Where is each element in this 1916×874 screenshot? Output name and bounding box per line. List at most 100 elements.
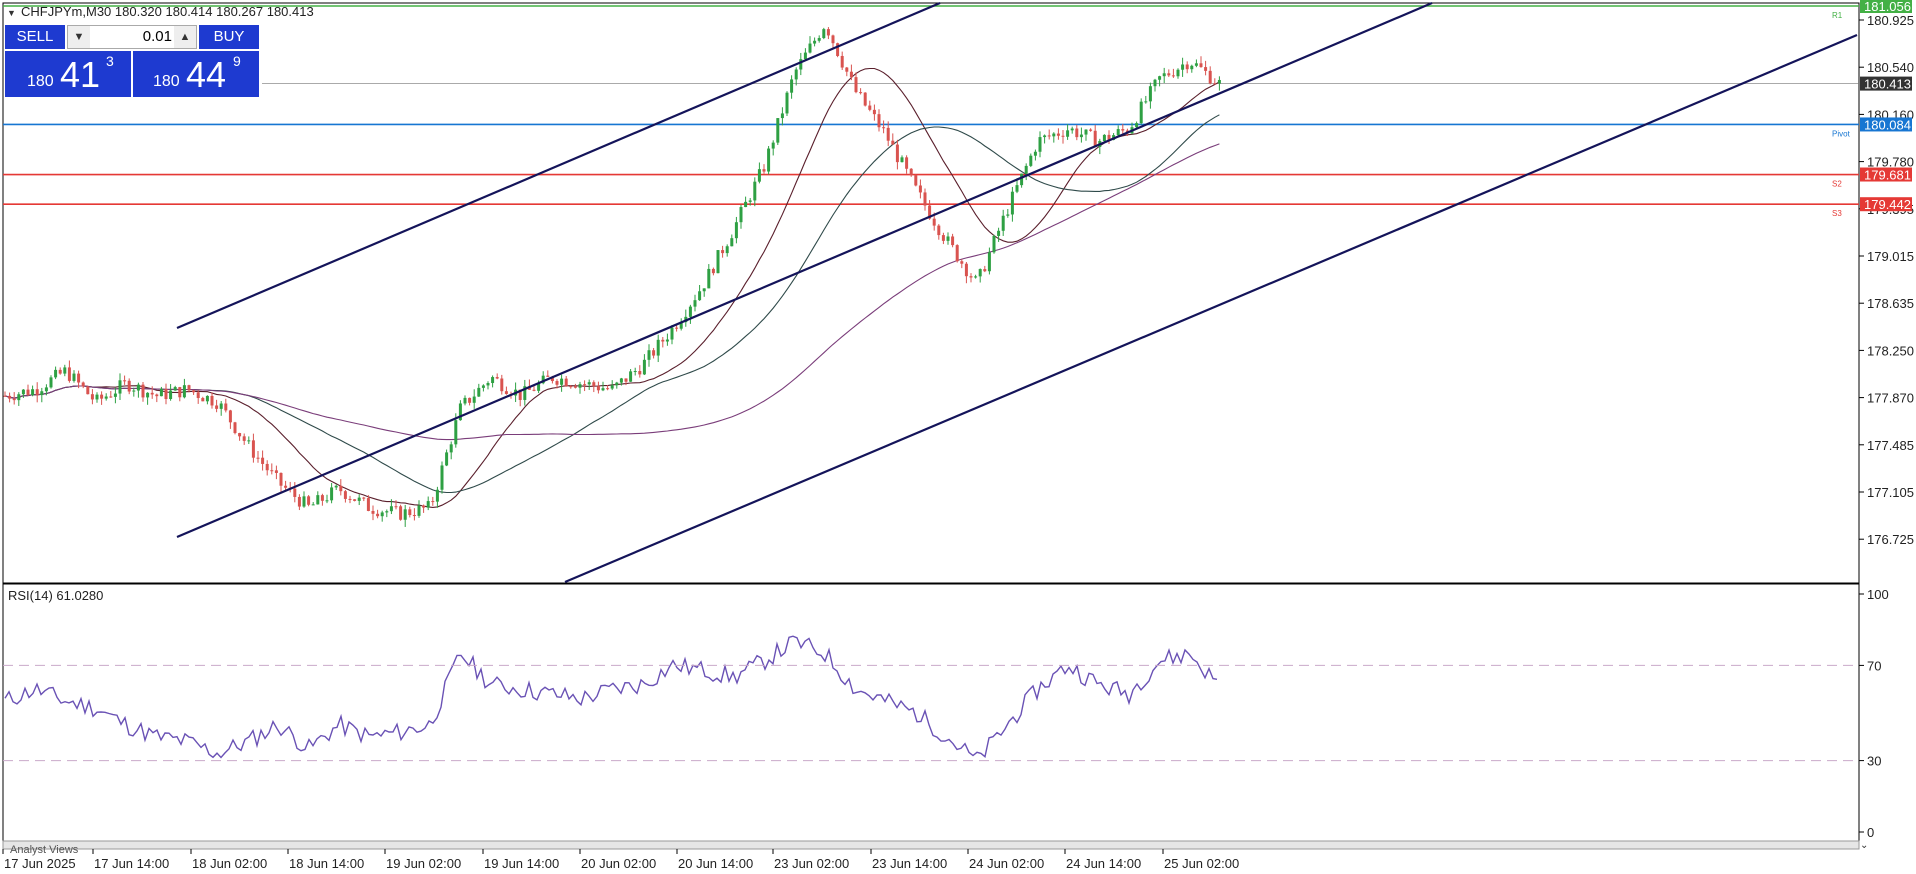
bottom-scroll-strip[interactable] xyxy=(2,840,1860,850)
buy-price-fraction: 9 xyxy=(233,53,241,69)
candle-body xyxy=(826,29,830,36)
candle-body xyxy=(256,457,260,459)
candle-body xyxy=(951,236,955,246)
candle-body xyxy=(629,371,633,382)
candle-body xyxy=(40,391,44,396)
candle-body xyxy=(435,489,439,502)
candle-body xyxy=(1148,86,1152,102)
candle-body xyxy=(205,395,209,402)
candle-body xyxy=(247,440,251,442)
candle-body xyxy=(311,504,315,506)
price-tag-label: 179.681 xyxy=(1864,168,1911,183)
candle-body xyxy=(293,488,297,497)
candle-body xyxy=(86,386,90,395)
candle-body xyxy=(546,375,550,377)
candle-body xyxy=(863,92,867,106)
candle-body xyxy=(762,169,766,172)
candle-body xyxy=(77,373,81,383)
sell-button[interactable]: SELL xyxy=(5,25,65,49)
time-label: 18 Jun 14:00 xyxy=(289,856,364,871)
candle-body xyxy=(182,385,186,398)
candle-body xyxy=(320,495,324,501)
candle-body xyxy=(307,496,311,505)
buy-price-pips: 44 xyxy=(186,54,227,95)
candle-body xyxy=(642,359,646,375)
candle-body xyxy=(845,67,849,72)
candle-body xyxy=(1093,130,1097,147)
candle-body xyxy=(1010,191,1014,215)
candle-body xyxy=(1204,67,1208,71)
time-label: 23 Jun 14:00 xyxy=(872,856,947,871)
candle-body xyxy=(265,463,269,471)
candle-body xyxy=(688,306,692,317)
candle-body xyxy=(49,377,53,388)
buy-button[interactable]: BUY xyxy=(199,25,259,49)
candle-body xyxy=(146,392,150,398)
candle-body xyxy=(868,105,872,110)
candle-body xyxy=(1038,137,1042,152)
candle-body xyxy=(1024,165,1028,174)
candle-body xyxy=(486,383,490,386)
sell-price-box[interactable]: 180 41 3 xyxy=(5,51,131,97)
candle-body xyxy=(141,384,145,398)
candle-body xyxy=(1158,76,1162,80)
candle-body xyxy=(785,92,789,114)
candle-body xyxy=(960,261,964,264)
candle-body xyxy=(500,378,504,392)
candle-body xyxy=(987,252,991,272)
candle-body xyxy=(454,420,458,445)
volume-control[interactable]: ▼ ▲ xyxy=(67,25,197,49)
chart-canvas[interactable]: R1PivotS2S3 180.925180.540180.160179.780… xyxy=(0,0,1916,874)
level-label-s3: S3 xyxy=(1832,209,1842,218)
time-label: 17 Jun 14:00 xyxy=(94,856,169,871)
candle-body xyxy=(1176,69,1180,77)
candle-body xyxy=(647,350,651,360)
candle-body xyxy=(969,276,973,278)
candle-body xyxy=(477,387,481,397)
candle-body xyxy=(1056,133,1060,136)
candle-body xyxy=(633,371,637,373)
volume-decrease-icon[interactable]: ▼ xyxy=(68,26,90,48)
time-label: 20 Jun 14:00 xyxy=(678,856,753,871)
candle-body xyxy=(178,387,182,398)
candle-body xyxy=(1020,173,1024,186)
buy-price-box[interactable]: 180 44 9 xyxy=(133,51,259,97)
candle-body xyxy=(992,235,996,253)
candle-body xyxy=(624,378,628,382)
rsi-pane[interactable] xyxy=(2,583,1860,842)
candle-body xyxy=(1171,75,1175,77)
candle-body xyxy=(555,381,559,385)
time-label: 19 Jun 14:00 xyxy=(484,856,559,871)
candle-body xyxy=(849,71,853,78)
candle-body xyxy=(426,501,430,508)
price-pane[interactable] xyxy=(2,2,1860,584)
candle-body xyxy=(900,157,904,163)
candle-body xyxy=(100,394,104,399)
candle-body xyxy=(495,377,499,379)
candle-body xyxy=(656,339,660,356)
candle-body xyxy=(215,405,219,409)
candle-body xyxy=(675,327,679,329)
price-tick-label: 179.015 xyxy=(1867,249,1914,264)
candle-body xyxy=(17,394,21,401)
analyst-views-tab[interactable]: Analyst Views xyxy=(10,844,79,856)
candle-body xyxy=(918,185,922,193)
scroll-down-icon[interactable]: ⌄ xyxy=(1860,840,1868,851)
volume-input[interactable] xyxy=(92,28,172,45)
candle-body xyxy=(1135,123,1139,128)
volume-increase-icon[interactable]: ▲ xyxy=(174,26,196,48)
candle-body xyxy=(399,506,403,520)
level-label-r1: R1 xyxy=(1832,11,1843,20)
candle-body xyxy=(822,29,826,39)
candle-body xyxy=(274,470,278,473)
candle-body xyxy=(767,148,771,172)
candle-body xyxy=(1194,63,1198,66)
candle-body xyxy=(445,452,449,466)
candle-body xyxy=(348,498,352,500)
time-label: 20 Jun 02:00 xyxy=(581,856,656,871)
candle-body xyxy=(794,69,798,80)
candle-body xyxy=(136,384,140,391)
candle-body xyxy=(353,499,357,501)
candle-body xyxy=(997,230,1001,236)
candle-body xyxy=(817,38,821,41)
